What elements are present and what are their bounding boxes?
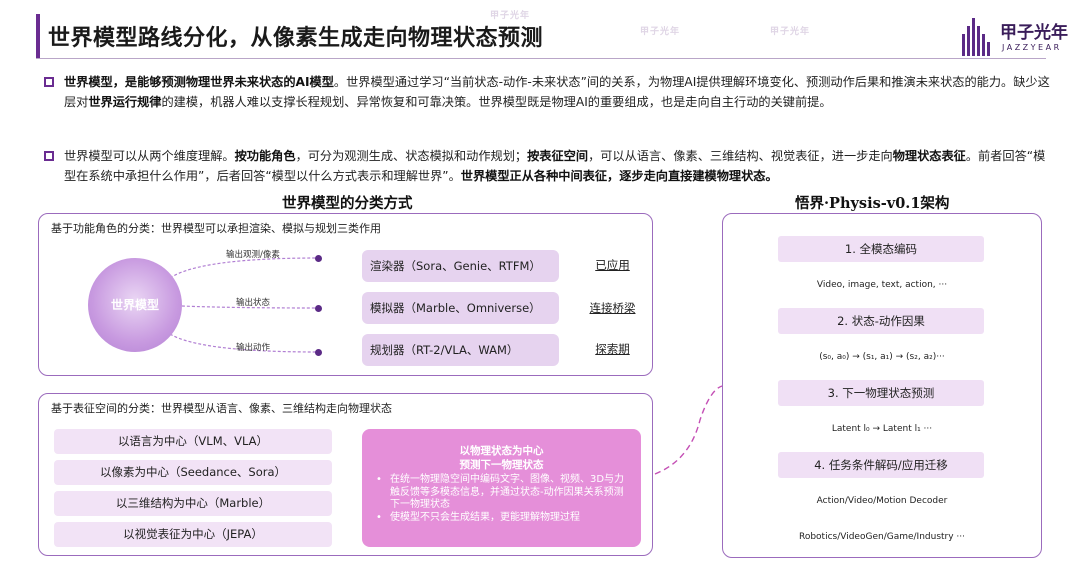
arch-step-4-detail-2: Robotics/VideoGen/Game/Industry ··· bbox=[798, 532, 966, 542]
watermark: 甲子光年 bbox=[770, 27, 811, 37]
bullet-text: 世界模型，是能够预测物理世界未来状态的AI模型。世界模型通过学习“当前状态-动作… bbox=[64, 72, 1054, 112]
bullet-bold-run: 按表征空间 bbox=[527, 149, 589, 163]
title-divider bbox=[36, 58, 1046, 59]
output-label: 输出状态 bbox=[236, 298, 271, 308]
world-model-label: 世界模型 bbox=[110, 298, 159, 312]
architecture-title: 悟界·Physis-v0.1架构 bbox=[795, 195, 950, 212]
connector-dot bbox=[315, 305, 322, 312]
arch-step-4: 4. 任务条件解码/应用迁移 bbox=[778, 452, 984, 478]
bullet-run: 世界模型可以从两个维度理解。 bbox=[64, 149, 235, 163]
logo-subtext: JAZZYEAR bbox=[1002, 43, 1062, 52]
panel-label: 基于表征空间的分类：世界模型从语言、像素、三维结构走向物理状态 bbox=[51, 402, 392, 415]
arch-step-1-detail: Video, image, text, action, ··· bbox=[816, 280, 948, 290]
highlight-point: 在统一物理隐空间中编码文字、图像、视频、3D与力触反馈等多模态信息，并通过状态-… bbox=[374, 474, 633, 512]
role-planner: 规划器（RT-2/VLA、WAM） bbox=[362, 334, 559, 366]
highlight-point: 使模型不只会生成结果，更能理解物理过程 bbox=[374, 512, 633, 525]
bullet-bold-run: 世界模型正从各种中间表征，逐步走向直接建模物理状态。 bbox=[460, 169, 778, 183]
status-simulator: 连接桥梁 bbox=[589, 301, 636, 315]
connector-dot bbox=[315, 255, 322, 262]
watermark: 甲子光年 bbox=[640, 27, 681, 37]
bullet-text: 世界模型可以从两个维度理解。按功能角色，可分为观测生成、状态模拟和动作规划；按表… bbox=[64, 146, 1054, 186]
highlight-subtitle: 预测下一物理状态 bbox=[459, 459, 544, 471]
bullet-bold-run: 按功能角色 bbox=[234, 149, 296, 163]
rep-visual: 以视觉表征为中心（JEPA） bbox=[54, 522, 332, 547]
role-renderer: 渲染器（Sora、Genie、RTFM） bbox=[362, 250, 559, 282]
title-accent-bar bbox=[36, 14, 40, 58]
bullet-bold-run: 世界模型，是能够预测物理世界未来状态的AI模型 bbox=[64, 75, 334, 89]
bullet-square-icon bbox=[44, 151, 54, 161]
rep-pixel: 以像素为中心（Seedance、Sora） bbox=[54, 460, 332, 485]
rep-3d: 以三维结构为中心（Marble） bbox=[54, 491, 332, 516]
bullet-square-icon bbox=[44, 77, 54, 87]
status-planner: 探索期 bbox=[595, 342, 630, 356]
bullet-definition: 世界模型，是能够预测物理世界未来状态的AI模型。世界模型通过学习“当前状态-动作… bbox=[44, 72, 1054, 112]
status-renderer: 已应用 bbox=[595, 258, 630, 272]
brand-logo: 甲子光年 JAZZYEAR bbox=[962, 16, 1072, 60]
bullet-bold-run: 世界运行规律 bbox=[88, 95, 162, 109]
page-title: 世界模型路线分化，从像素生成走向物理状态预测 bbox=[48, 25, 544, 51]
logo-text: 甲子光年 bbox=[1000, 23, 1068, 43]
arch-step-2-detail: (s₀, a₀) → (s₁, a₁) → (s₂, a₂)··· bbox=[819, 352, 945, 362]
watermark: 甲子光年 bbox=[490, 11, 531, 21]
arch-step-2: 2. 状态-动作因果 bbox=[778, 308, 984, 334]
arch-step-3: 3. 下一物理状态预测 bbox=[778, 380, 984, 406]
rep-language: 以语言为中心（VLM、VLA） bbox=[54, 429, 332, 454]
logo-bars-icon bbox=[962, 16, 994, 56]
output-label: 输出动作 bbox=[236, 343, 271, 353]
bullet-run: ，可分为观测生成、状态模拟和动作规划； bbox=[295, 149, 528, 163]
output-label: 输出观测/像素 bbox=[226, 250, 280, 260]
connector-dot bbox=[315, 349, 322, 356]
physical-state-highlight: 以物理状态为中心 预测下一物理状态 在统一物理隐空间中编码文字、图像、视频、3D… bbox=[362, 429, 641, 547]
bullet-run: ，可以从语言、像素、三维结构、视觉表征，进一步走向 bbox=[588, 149, 893, 163]
bullet-bold-run: 物理状态表征 bbox=[892, 149, 966, 163]
arch-step-3-detail: Latent l₀ → Latent l₁ ··· bbox=[831, 424, 933, 434]
panel-label: 基于功能角色的分类：世界模型可以承担渲染、模拟与规划三类作用 bbox=[51, 222, 381, 235]
bullet-dimensions: 世界模型可以从两个维度理解。按功能角色，可分为观测生成、状态模拟和动作规划；按表… bbox=[44, 146, 1054, 186]
highlight-title: 以物理状态为中心 bbox=[459, 445, 544, 457]
arch-step-4-detail: Action/Video/Motion Decoder bbox=[816, 496, 948, 506]
role-simulator: 模拟器（Marble、Omniverse） bbox=[362, 292, 559, 324]
arch-step-1: 1. 全模态编码 bbox=[778, 236, 984, 262]
classification-title: 世界模型的分类方式 bbox=[282, 195, 413, 212]
bullet-run: 的建模，机器人难以支撑长程规划、异常恢复和可靠决策。世界模型既是物理AI的重要组… bbox=[161, 95, 832, 109]
